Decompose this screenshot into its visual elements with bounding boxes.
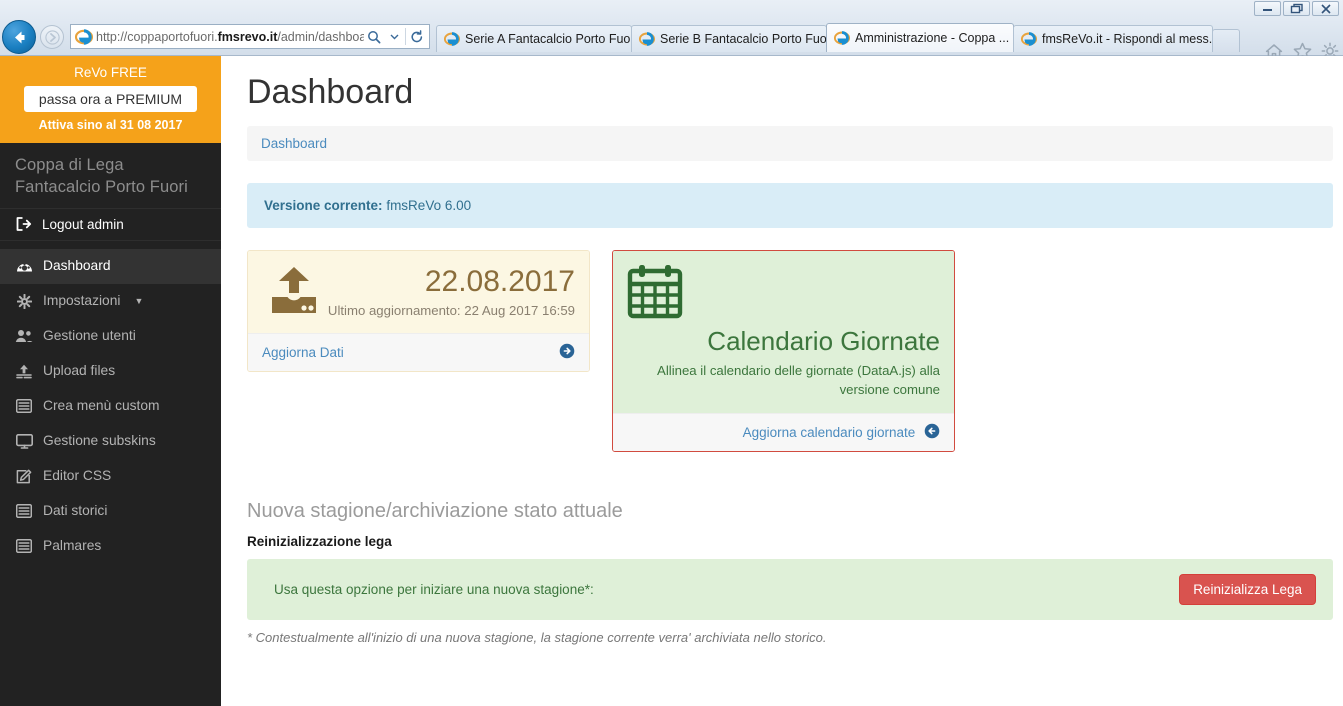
reset-section-subheading: Reinizializzazione lega	[247, 534, 392, 549]
ie-favicon-icon	[75, 28, 93, 45]
card-update-data: 22.08.2017 Ultimo aggiornamento: 22 Aug …	[247, 250, 590, 372]
promo-banner: ReVo FREE passa ora a PREMIUM Attiva sin…	[0, 56, 221, 143]
browser-tab[interactable]: Serie A Fantacalcio Porto Fuori	[436, 25, 637, 52]
close-button[interactable]	[1312, 1, 1339, 16]
browser-tab[interactable]: fmsReVo.it - Rispondi al mess...	[1013, 25, 1219, 52]
browser-tab-title: Amministrazione - Coppa ...	[855, 31, 1010, 45]
browser-tab[interactable]: Serie B Fantacalcio Porto Fuori	[631, 25, 834, 52]
calendar-card-subtitle: Allinea il calendario delle giornate (Da…	[657, 363, 940, 397]
sidebar-item-label: Upload files	[43, 363, 116, 378]
browser-tab[interactable]: Amministrazione - Coppa ...×	[826, 23, 1026, 52]
update-calendar-link-label: Aggiorna calendario giornate	[742, 425, 916, 440]
list-icon	[15, 397, 33, 415]
list-icon	[15, 502, 33, 520]
ie-favicon-icon	[639, 32, 655, 46]
chevron-down-icon[interactable]	[384, 26, 404, 47]
sidebar-item-label: Impostazioni	[43, 293, 121, 308]
card-update-body: 22.08.2017 Ultimo aggiornamento: 22 Aug …	[248, 251, 589, 333]
sidebar-item-label: Palmares	[43, 538, 102, 553]
card-calendar-giornate: Calendario Giornate Allinea il calendari…	[612, 250, 955, 452]
back-arrow-icon[interactable]	[2, 20, 36, 54]
version-alert-label: Versione corrente:	[264, 198, 383, 213]
sidebar-item-dashboard[interactable]: Dashboard	[0, 249, 221, 284]
sidebar-item-label: Crea menù custom	[43, 398, 160, 413]
version-alert: Versione corrente: fmsReVo 6.00	[247, 183, 1333, 228]
users-icon	[15, 327, 33, 345]
breadcrumb: Dashboard	[247, 126, 1333, 161]
league-name: Coppa di Lega Fantacalcio Porto Fuori	[15, 156, 188, 196]
reset-footnote: * Contestualmente all'inizio di una nuov…	[247, 630, 827, 645]
ie-favicon-icon	[1021, 32, 1037, 46]
address-bar[interactable]: http://coppaportofuori.fmsrevo.it/admin/…	[70, 24, 430, 49]
gear-icon	[15, 292, 33, 310]
arrow-circle-left-icon	[924, 423, 940, 442]
application-area: ReVo FREE passa ora a PREMIUM Attiva sin…	[0, 56, 1343, 706]
edit-square-icon	[15, 467, 33, 485]
sidebar-item-label: Dashboard	[43, 258, 111, 273]
sidebar-item-dati-storici[interactable]: Dati storici	[0, 494, 221, 529]
browser-tab-title: Serie B Fantacalcio Porto Fuori	[660, 32, 834, 46]
update-data-link[interactable]: Aggiorna Dati	[248, 333, 589, 371]
address-bar-divider	[405, 28, 406, 45]
hdd-upload-icon	[266, 265, 324, 326]
logout-icon	[15, 215, 33, 233]
upgrade-premium-button[interactable]: passa ora a PREMIUM	[24, 86, 197, 112]
minimize-button[interactable]	[1254, 1, 1281, 16]
arrow-circle-right-icon	[559, 343, 575, 362]
main-content: Dashboard Dashboard Versione corrente: f…	[221, 56, 1343, 706]
reinitialize-league-button[interactable]: Reinizializza Lega	[1179, 574, 1316, 605]
promo-expiry-label: Attiva sino al 31 08 2017	[38, 118, 183, 132]
promo-plan-label: ReVo FREE	[74, 65, 147, 80]
dashboard-icon	[15, 257, 33, 275]
search-icon[interactable]	[364, 26, 384, 47]
browser-navigation-row: http://coppaportofuori.fmsrevo.it/admin/…	[0, 18, 1343, 60]
sidebar-nav-list: Dashboard Impostazioni ▼ Gestione utenti Upl…	[0, 249, 221, 564]
new-tab-button[interactable]	[1212, 29, 1240, 52]
window-controls	[1254, 1, 1339, 16]
browser-chrome: http://coppaportofuori.fmsrevo.it/admin/…	[0, 0, 1343, 60]
browser-tabstrip: Serie A Fantacalcio Porto Fuori Serie B F…	[436, 22, 1240, 52]
version-alert-value: fmsReVo 6.00	[386, 198, 472, 213]
browser-tab-title: Serie A Fantacalcio Porto Fuori	[465, 32, 638, 46]
sidebar-item-crea-men-custom[interactable]: Crea menù custom	[0, 389, 221, 424]
logout-button[interactable]: Logout admin	[0, 208, 221, 241]
sidebar-item-label: Gestione utenti	[43, 328, 136, 343]
sidebar-item-gestione-utenti[interactable]: Gestione utenti	[0, 319, 221, 354]
reset-panel-text: Usa questa opzione per iniziare una nuov…	[274, 582, 594, 597]
browser-tab-title: fmsReVo.it - Rispondi al mess...	[1042, 32, 1220, 46]
sidebar-item-palmares[interactable]: Palmares	[0, 529, 221, 564]
browser-titlebar	[0, 0, 1343, 18]
ie-favicon-icon	[444, 32, 460, 46]
breadcrumb-item-dashboard[interactable]: Dashboard	[261, 136, 327, 151]
page-title: Dashboard	[247, 73, 414, 111]
list-icon	[15, 537, 33, 555]
update-data-link-label: Aggiorna Dati	[262, 345, 344, 360]
sidebar: ReVo FREE passa ora a PREMIUM Attiva sin…	[0, 56, 221, 706]
dashboard-cards-row: 22.08.2017 Ultimo aggiornamento: 22 Aug …	[247, 250, 1333, 452]
sidebar-item-upload-files[interactable]: Upload files	[0, 354, 221, 389]
sidebar-item-impostazioni[interactable]: Impostazioni ▼	[0, 284, 221, 319]
restore-button[interactable]	[1283, 1, 1310, 16]
forward-arrow-icon[interactable]	[40, 25, 64, 49]
chevron-down-icon: ▼	[134, 296, 144, 306]
reset-section-heading: Nuova stagione/archiviazione stato attua…	[247, 500, 623, 522]
card-calendar-body: Calendario Giornate Allinea il calendari…	[613, 251, 954, 413]
reset-league-section: Nuova stagione/archiviazione stato attua…	[247, 498, 1333, 645]
sidebar-item-gestione-subskins[interactable]: Gestione subskins	[0, 424, 221, 459]
sidebar-item-editor-css[interactable]: Editor CSS	[0, 459, 221, 494]
desktop-icon	[15, 432, 33, 450]
upload-icon	[15, 362, 33, 380]
ie-favicon-icon	[834, 31, 850, 45]
calendar-icon	[627, 265, 683, 323]
reset-panel: Usa questa opzione per iniziare una nuov…	[247, 559, 1333, 620]
url-text: http://coppaportofuori.fmsrevo.it/admin/…	[96, 29, 364, 44]
logout-label: Logout admin	[42, 216, 124, 232]
sidebar-item-label: Editor CSS	[43, 468, 112, 483]
sidebar-item-label: Gestione subskins	[43, 433, 156, 448]
update-calendar-link[interactable]: Aggiorna calendario giornate	[613, 413, 954, 451]
refresh-icon[interactable]	[407, 26, 427, 47]
calendar-card-title: Calendario Giornate	[707, 326, 940, 356]
sidebar-item-label: Dati storici	[43, 503, 108, 518]
